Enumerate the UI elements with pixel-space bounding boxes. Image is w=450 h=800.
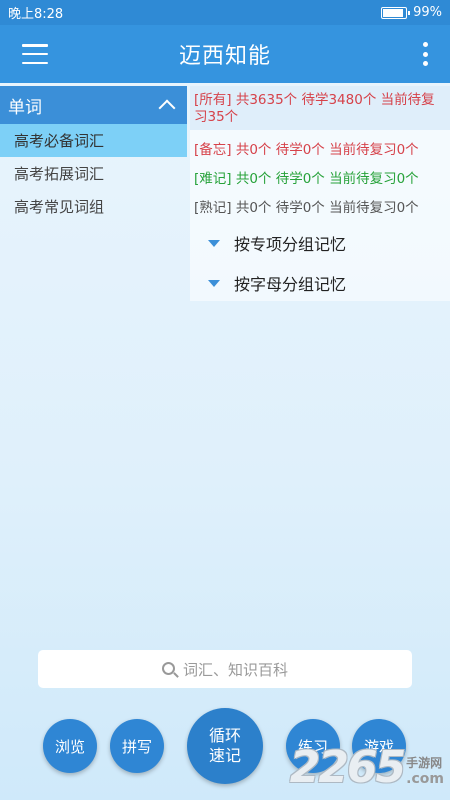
app-title: 迈西知能 [178, 44, 271, 69]
triangle-down-icon [208, 279, 220, 287]
cycle-label-line2: 速记 [208, 746, 241, 765]
chevron-up-icon [158, 99, 176, 117]
search-icon [161, 661, 175, 675]
spell-button[interactable]: 拼写 [110, 719, 164, 773]
battery-level: 99% [413, 5, 442, 20]
category-item-phrases[interactable]: 高考常见词组 [0, 190, 187, 223]
browse-button[interactable]: 浏览 [43, 719, 97, 773]
status-bar: 晚上8:28 99% [0, 0, 450, 25]
menu-icon[interactable] [22, 44, 48, 64]
more-vertical-icon[interactable] [422, 42, 428, 66]
stat-hard[interactable]: [难记] 共0个 待学0个 当前待复习0个 [190, 171, 450, 188]
category-item-essential[interactable]: 高考必备词汇 [0, 124, 187, 157]
stat-all[interactable]: [所有] 共3635个 待学3480个 当前待复习35个 [190, 86, 450, 130]
stats-panel: [所有] 共3635个 待学3480个 当前待复习35个 [备忘] 共0个 待学… [190, 86, 450, 301]
stat-memo[interactable]: [备忘] 共0个 待学0个 当前待复习0个 [190, 142, 450, 159]
search-input[interactable]: 词汇、知识百科 [38, 650, 412, 688]
status-time: 晚上8:28 [8, 7, 64, 22]
group-by-letter[interactable]: 按字母分组记忆 [190, 263, 450, 303]
stat-known[interactable]: [熟记] 共0个 待学0个 当前待复习0个 [190, 200, 450, 217]
watermark-number: 2265 [289, 742, 406, 793]
search-placeholder: 词汇、知识百科 [182, 660, 288, 679]
watermark-cn: 手游网 [406, 756, 443, 770]
app-bar: 迈西知能 [0, 25, 450, 83]
battery-icon [381, 6, 411, 19]
cycle-label-line1: 循环 [208, 726, 241, 745]
status-right: 99% [381, 5, 442, 20]
category-item-extended[interactable]: 高考拓展词汇 [0, 157, 187, 190]
watermark-com: .com [406, 771, 444, 787]
group-by-letter-label: 按字母分组记忆 [234, 275, 347, 294]
category-header-words[interactable]: 单词 [0, 86, 187, 124]
category-panel: 单词 高考必备词汇 高考拓展词汇 高考常见词组 [0, 86, 187, 223]
category-header-label: 单词 [8, 97, 42, 118]
cycle-memorize-button[interactable]: 循环 速记 [187, 708, 263, 784]
triangle-down-icon [208, 239, 220, 247]
watermark-logo: 2265 手游网 .com [290, 742, 444, 793]
group-by-topic-label: 按专项分组记忆 [234, 235, 347, 254]
group-by-topic[interactable]: 按专项分组记忆 [190, 223, 450, 263]
